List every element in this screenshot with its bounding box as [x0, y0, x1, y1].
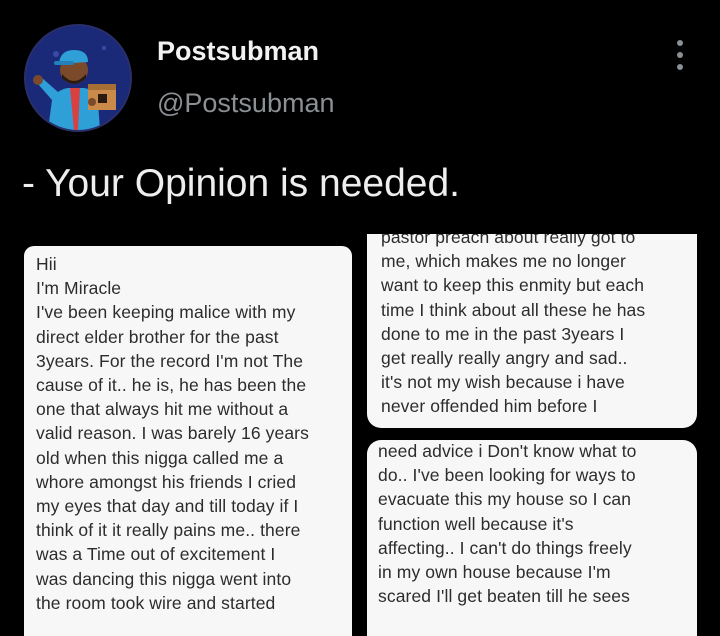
text-line: done to me in the past 3years I: [381, 323, 625, 344]
text-line: one that always hit me without a: [36, 399, 289, 420]
text-line: 3years. For the record I'm not The: [36, 350, 304, 371]
screenshot-image-right-bottom[interactable]: need advice i Don't know what to do.. I'…: [367, 440, 697, 636]
screenshot-image-left[interactable]: Hii I'm Miracle I've been keeping malice…: [24, 246, 352, 636]
text-line: my eyes that day and till today if I: [36, 496, 299, 517]
text-line: old when this nigga called me a: [36, 447, 284, 468]
text-line: think of it it really pains me.. there: [36, 520, 301, 541]
text-line: scared I'll get beaten till he sees: [378, 586, 630, 607]
text-line: never offended him before I: [381, 396, 598, 417]
text-line: Hii: [36, 254, 57, 274]
text-line: in my own house because I'm: [378, 562, 611, 583]
text-line: whore amongst his friends I cried: [36, 471, 297, 492]
text-line: do.. I've been looking for ways to: [378, 465, 636, 486]
display-name[interactable]: Postsubman: [157, 36, 319, 67]
text-line: me, which makes me no longer: [381, 251, 626, 272]
text-line: evacuate this my house so I can: [378, 489, 632, 510]
text-line: affecting.. I can't do things freely: [378, 537, 632, 558]
text-line: pastor preach about really got to: [381, 234, 636, 247]
text-line: I've been keeping malice with my: [36, 302, 296, 323]
delivery-man-avatar-icon: [26, 26, 130, 130]
more-vertical-icon[interactable]: [672, 40, 688, 72]
text-line: get really really angry and sad..: [381, 348, 628, 369]
text-line: I'm Miracle: [36, 278, 122, 299]
tweet-text: - Your Opinion is needed.: [22, 162, 460, 205]
text-line: valid reason. I was barely 16 years: [36, 423, 309, 444]
text-line: function well because it's: [378, 513, 574, 534]
text-line: was dancing this nigga went into: [36, 568, 292, 589]
text-line: want to keep this enmity but each: [381, 275, 645, 296]
text-line: the room took wire and started: [36, 592, 276, 613]
text-line: it's not my wish because i have: [381, 372, 625, 393]
profile-avatar[interactable]: [24, 24, 132, 132]
text-line: need advice i Don't know what to: [378, 441, 637, 461]
text-line: cause of it.. he is, he has been the: [36, 375, 307, 396]
text-line: direct elder brother for the past: [36, 326, 279, 347]
text-line: time I think about all these he has: [381, 299, 646, 320]
user-handle[interactable]: @Postsubman: [157, 88, 335, 119]
screenshot-image-right-top[interactable]: pastor preach about really got to me, wh…: [367, 234, 697, 428]
text-line: was a Time out of excitement I: [36, 544, 276, 565]
